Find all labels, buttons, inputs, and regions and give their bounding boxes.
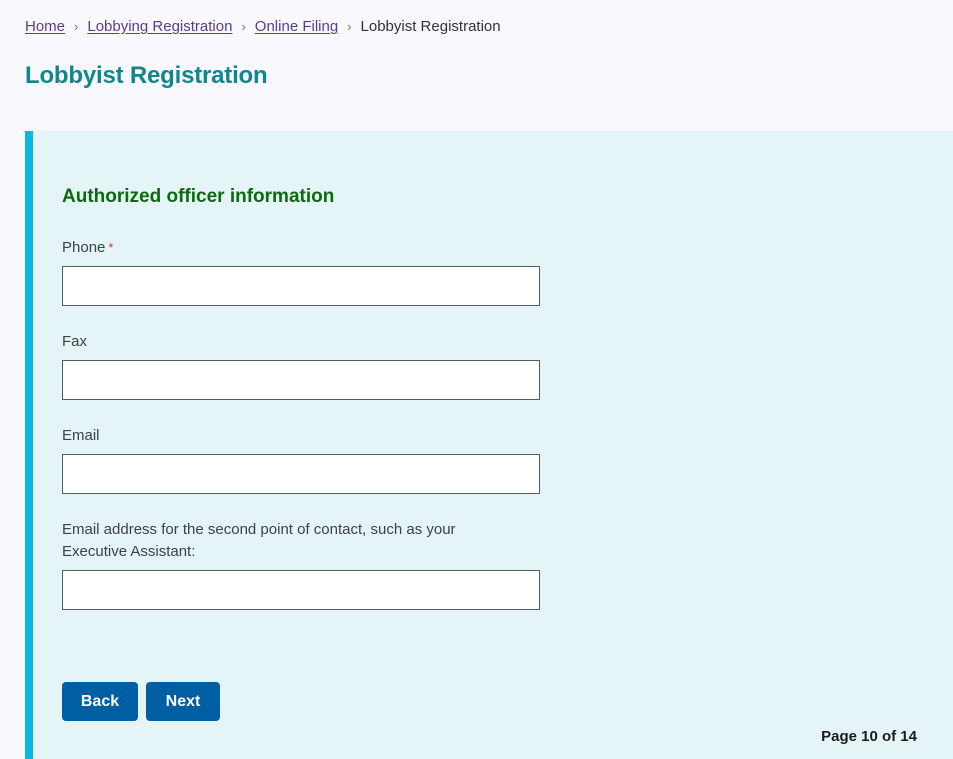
breadcrumb: Home › Lobbying Registration › Online Fi… bbox=[25, 17, 501, 37]
chevron-right-icon: › bbox=[347, 19, 352, 34]
breadcrumb-online-filing-link[interactable]: Online Filing bbox=[255, 17, 338, 37]
required-asterisk: * bbox=[108, 240, 114, 255]
page-title: Lobbyist Registration bbox=[25, 62, 268, 89]
secondary-email-label: Email address for the second point of co… bbox=[62, 521, 456, 560]
breadcrumb-home-link[interactable]: Home bbox=[25, 17, 65, 37]
form-panel: Authorized officer information Phone * Fa… bbox=[25, 131, 953, 759]
breadcrumb-current: Lobbyist Registration bbox=[360, 18, 501, 35]
phone-label: Phone * bbox=[62, 237, 540, 259]
email-input[interactable] bbox=[62, 454, 540, 494]
fax-field-group: Fax bbox=[62, 331, 540, 400]
secondary-email-input[interactable] bbox=[62, 570, 540, 610]
fax-input[interactable] bbox=[62, 360, 540, 400]
email-field-group: Email bbox=[62, 425, 540, 494]
page-indicator: Page 10 of 14 bbox=[821, 728, 917, 745]
chevron-right-icon: › bbox=[241, 19, 246, 34]
secondary-email-field-group: Email address for the second point of co… bbox=[62, 519, 540, 610]
breadcrumb-lobbying-registration-link[interactable]: Lobbying Registration bbox=[87, 17, 232, 37]
phone-label-text: Phone bbox=[62, 239, 106, 256]
next-button[interactable]: Next bbox=[146, 682, 220, 721]
section-title: Authorized officer information bbox=[62, 186, 335, 207]
email-label: Email bbox=[62, 427, 100, 444]
phone-input[interactable] bbox=[62, 266, 540, 306]
phone-field-group: Phone * bbox=[62, 237, 540, 306]
back-button[interactable]: Back bbox=[62, 682, 138, 721]
fax-label: Fax bbox=[62, 333, 88, 350]
chevron-right-icon: › bbox=[74, 19, 79, 34]
